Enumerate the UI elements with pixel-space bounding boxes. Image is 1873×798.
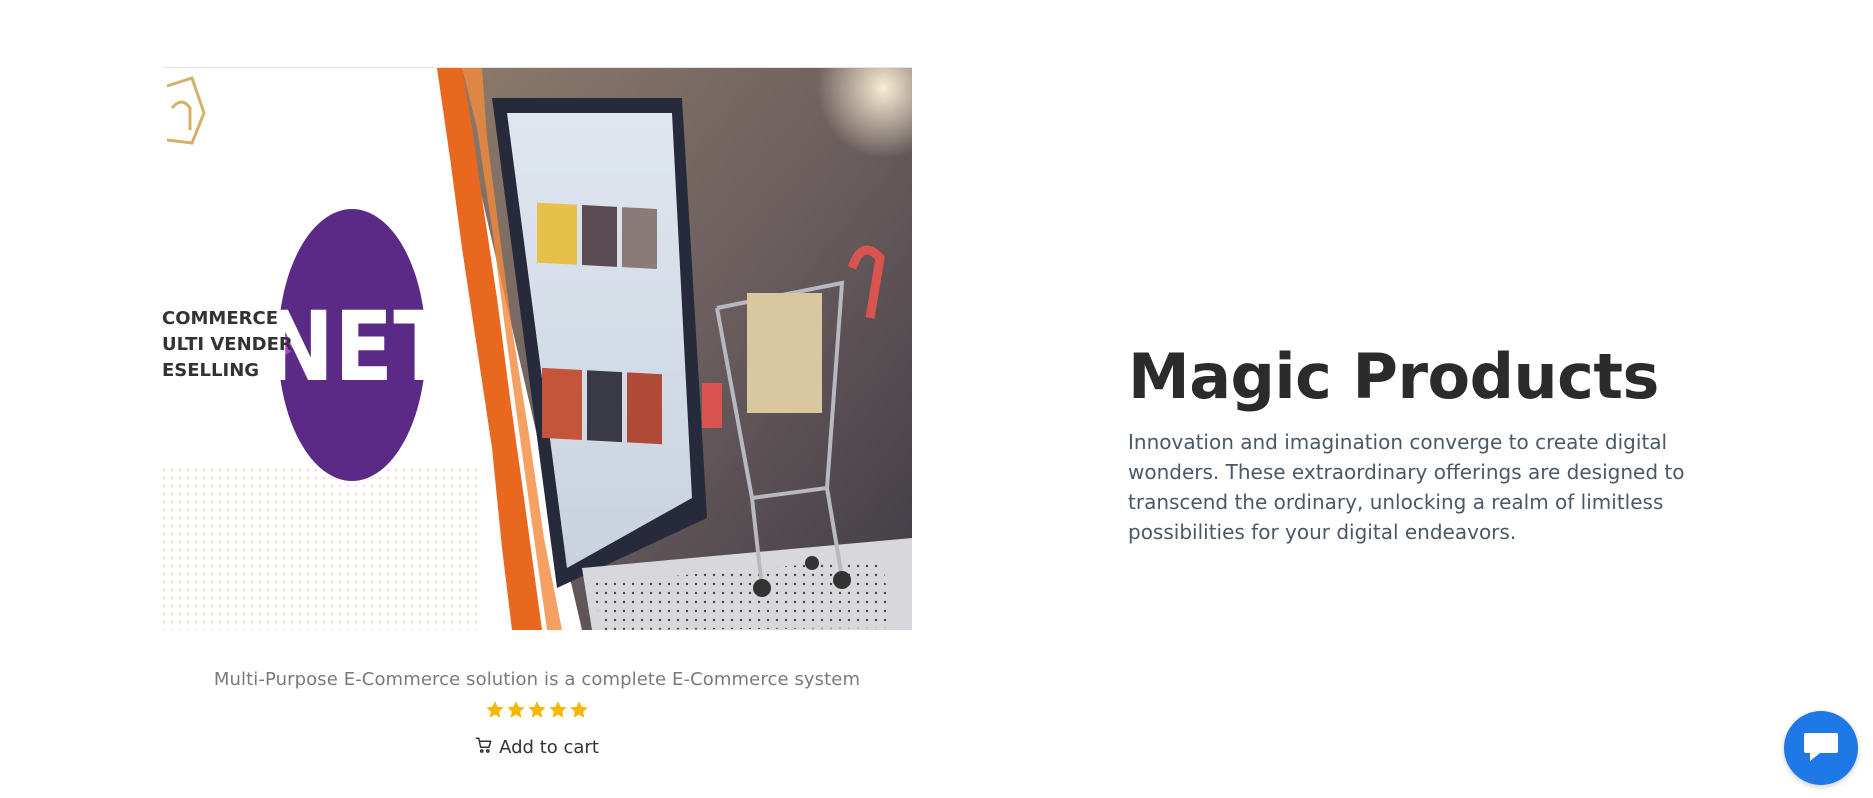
chat-button[interactable] bbox=[1784, 711, 1858, 785]
product-rating bbox=[162, 700, 912, 720]
star-icon bbox=[548, 700, 568, 720]
hero-description: Innovation and imagination converge to c… bbox=[1128, 430, 1685, 544]
add-to-cart-button[interactable]: Add to cart bbox=[162, 736, 912, 759]
star-icon bbox=[485, 700, 505, 720]
image-text-line-2: ULTI VENDER bbox=[162, 334, 293, 355]
shopping-cart-icon bbox=[475, 736, 493, 759]
product-card: NET COMMERCE ULTI VENDER ESELLING Multi-… bbox=[162, 67, 912, 759]
star-icon bbox=[527, 700, 547, 720]
hero-section: Magic Products Innovation and imaginatio… bbox=[1128, 340, 1688, 547]
add-to-cart-label: Add to cart bbox=[499, 737, 599, 758]
product-image[interactable]: NET COMMERCE ULTI VENDER ESELLING bbox=[162, 67, 912, 630]
chat-bubble-icon bbox=[1802, 729, 1840, 768]
image-text-line-3: ESELLING bbox=[162, 360, 259, 381]
product-title[interactable]: Multi-Purpose E-Commerce solution is a c… bbox=[162, 669, 912, 690]
hero-title: Magic Products bbox=[1128, 340, 1659, 413]
star-icon bbox=[569, 700, 589, 720]
star-icon bbox=[506, 700, 526, 720]
image-text-line-1: COMMERCE bbox=[162, 308, 278, 329]
